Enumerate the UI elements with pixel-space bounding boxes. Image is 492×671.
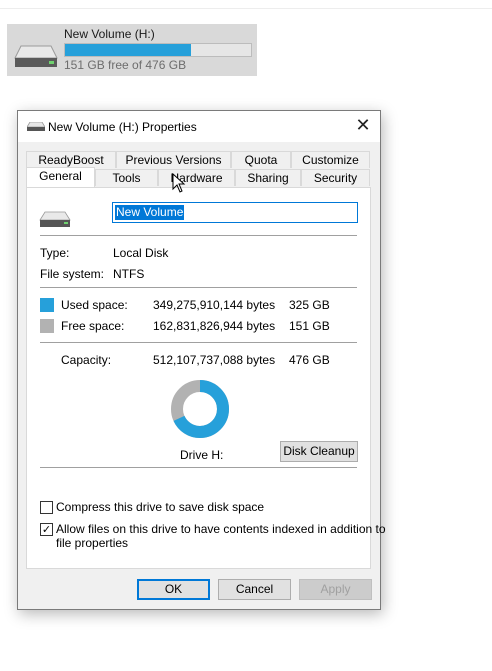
index-checkbox[interactable]: ✓ — [40, 523, 53, 536]
file-system-label: File system: — [40, 267, 105, 281]
cancel-button[interactable]: Cancel — [218, 579, 291, 600]
tab-customize[interactable]: Customize — [291, 151, 370, 168]
hard-drive-icon — [14, 45, 58, 67]
free-space-swatch — [40, 319, 54, 333]
divider — [40, 342, 357, 343]
capacity-gb: 476 GB — [289, 353, 330, 367]
apply-button[interactable]: Apply — [299, 579, 372, 600]
tab-readyboost[interactable]: ReadyBoost — [26, 151, 116, 168]
properties-dialog: New Volume (H:) Properties ✕ ReadyBoost … — [17, 110, 386, 610]
used-space-label: Used space: — [61, 298, 128, 312]
free-space-gb: 151 GB — [289, 319, 330, 333]
drive-tile-free-space: 151 GB free of 476 GB — [64, 58, 187, 72]
hard-drive-icon — [27, 122, 45, 131]
hard-drive-icon — [39, 211, 71, 227]
capacity-label: Capacity: — [61, 353, 112, 367]
divider — [40, 287, 357, 288]
disk-cleanup-button[interactable]: Disk Cleanup — [280, 441, 358, 462]
compress-checkbox[interactable] — [40, 501, 53, 514]
tab-security[interactable]: Security — [301, 169, 370, 186]
drive-tile-name: New Volume (H:) — [64, 27, 155, 41]
used-space-swatch — [40, 298, 54, 312]
free-space-label: Free space: — [61, 319, 125, 333]
disk-usage-donut — [171, 380, 229, 438]
drive-usage-fill — [65, 44, 192, 56]
dialog-title: New Volume (H:) Properties — [48, 120, 197, 134]
tab-tools[interactable]: Tools — [95, 169, 158, 186]
dialog-titlebar[interactable]: New Volume (H:) Properties ✕ — [18, 111, 380, 142]
close-button[interactable]: ✕ — [346, 111, 380, 142]
general-tab-panel: New Volume Type: Local Disk File system:… — [26, 187, 386, 569]
divider — [40, 235, 357, 236]
compress-label: Compress this drive to save disk space — [56, 500, 265, 514]
tab-sharing[interactable]: Sharing — [235, 169, 301, 186]
tab-previous-versions[interactable]: Previous Versions — [116, 151, 231, 168]
used-space-gb: 325 GB — [289, 298, 330, 312]
used-space-bytes: 349,275,910,144 bytes — [153, 298, 276, 312]
divider — [40, 467, 357, 468]
tab-hardware[interactable]: Hardware — [158, 169, 235, 186]
drive-label: Drive H: — [180, 448, 224, 462]
ok-button[interactable]: OK — [137, 579, 210, 600]
volume-name-input[interactable]: New Volume — [112, 202, 358, 223]
index-label-line2: file properties — [56, 536, 129, 550]
type-value: Local Disk — [113, 246, 169, 260]
index-label-line1: Allow files on this drive to have conten… — [56, 522, 386, 536]
capacity-bytes: 512,107,737,088 bytes — [153, 353, 276, 367]
explorer-top-divider — [0, 8, 492, 9]
tab-quota[interactable]: Quota — [231, 151, 291, 168]
file-system-value: NTFS — [113, 267, 145, 281]
type-label: Type: — [40, 246, 70, 260]
free-space-bytes: 162,831,826,944 bytes — [153, 319, 276, 333]
volume-name-text: New Volume — [115, 205, 185, 220]
drive-tile-h[interactable]: New Volume (H:) 151 GB free of 476 GB — [7, 24, 257, 76]
drive-usage-bar — [64, 43, 252, 57]
tab-general[interactable]: General — [26, 167, 95, 187]
mouse-cursor-icon — [172, 173, 186, 193]
